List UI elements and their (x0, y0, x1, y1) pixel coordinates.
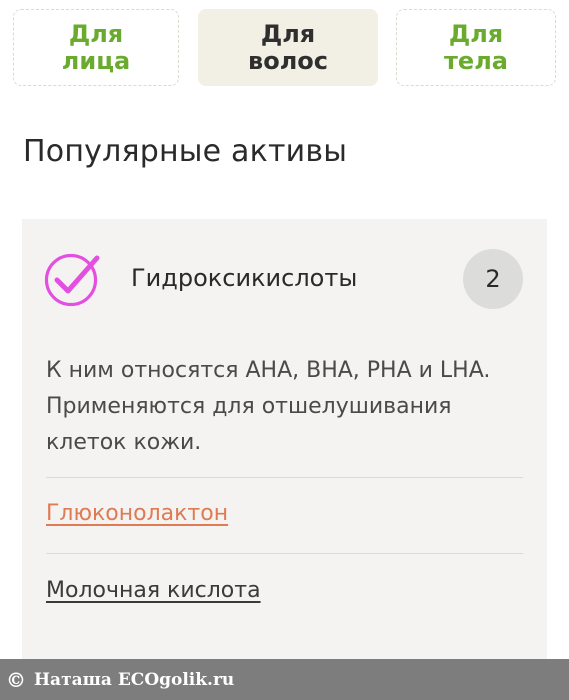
tab-face-line2: лица (61, 46, 131, 75)
tab-body[interactable]: Для тела (396, 9, 556, 86)
watermark-footer: © Наташа ECOgolik.ru (0, 659, 569, 700)
tab-hair-line1: Для (260, 19, 316, 48)
tab-body-line1: Для (448, 19, 504, 48)
card-description: К ним относятся AHA, BHA, PHA и LHA. При… (46, 358, 491, 455)
check-circle-icon (44, 249, 104, 307)
divider (46, 553, 523, 554)
copyright-icon: © (6, 667, 26, 692)
tab-body-line2: тела (444, 46, 508, 75)
page: Для лица Для волос Для тела Популярные а… (0, 0, 569, 700)
tab-hair[interactable]: Для волос (198, 9, 378, 86)
link-lactic-acid[interactable]: Молочная кислота (46, 578, 261, 603)
tab-face[interactable]: Для лица (13, 9, 179, 86)
link-gluconolactone[interactable]: Глюконолактон (46, 501, 228, 526)
divider (46, 477, 523, 478)
tab-hair-line2: волос (248, 46, 328, 75)
section-title: Популярные активы (23, 134, 348, 169)
category-tabs: Для лица Для волос Для тела (13, 9, 556, 88)
card-title: Гидроксикислоты (131, 264, 358, 292)
active-card: Гидроксикислоты 2 К ним относятся AHA, B… (22, 219, 547, 659)
footer-text: Наташа ECOgolik.ru (34, 669, 235, 690)
tab-face-line1: Для (68, 19, 124, 48)
count-badge: 2 (463, 249, 523, 309)
